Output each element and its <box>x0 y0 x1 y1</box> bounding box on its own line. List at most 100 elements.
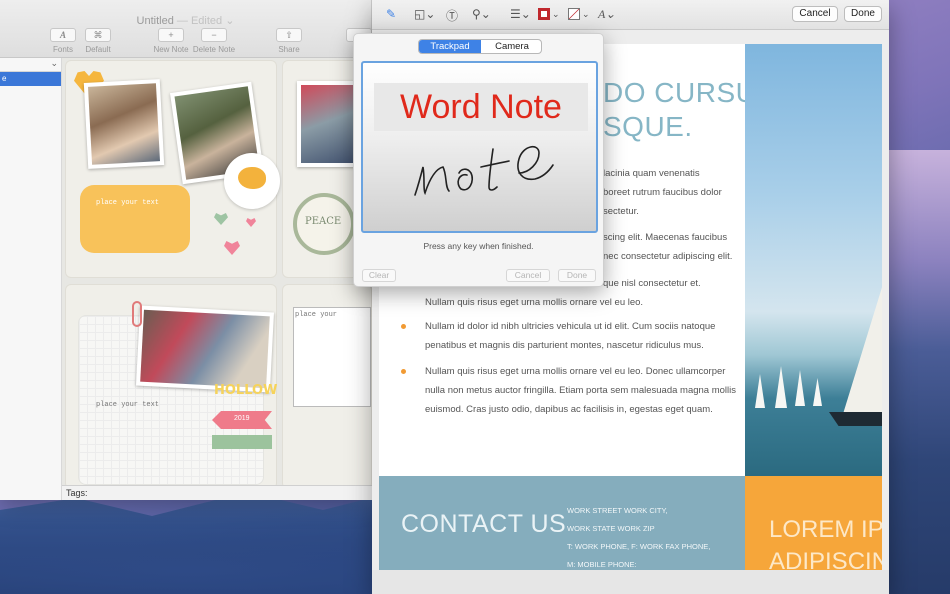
minus-icon: − <box>211 30 217 40</box>
doc-text-line: sectetur. <box>603 206 639 217</box>
orange-text-line: LOREM IPSU <box>769 516 882 543</box>
label-sticker <box>80 185 190 253</box>
scrapbook-card-1[interactable]: place your text <box>65 60 280 278</box>
contact-line: M: MOBILE PHONE: <box>567 560 637 569</box>
orange-text-line: ADIPISCING <box>769 548 882 570</box>
sailboat-image <box>745 44 882 476</box>
sail-large <box>843 284 882 414</box>
bird-sticker-icon <box>224 153 280 209</box>
scrapbook-card-3[interactable]: HOLLOW place your text 2019 <box>65 284 277 485</box>
share-label: Share <box>278 45 300 54</box>
markup-done-button[interactable]: Done <box>844 6 882 22</box>
tags-bar[interactable]: Tags: <box>62 485 372 500</box>
doc-text-line: scing elit. Maecenas faucibus <box>603 232 728 243</box>
doc-text-line: boreet rutrum faucibus dolor <box>603 187 722 198</box>
sail-small <box>775 366 787 408</box>
sketch-tool-icon[interactable]: ✎ <box>386 7 396 21</box>
signature-hint: Press any key when finished. <box>423 241 534 251</box>
new-note-button[interactable]: + <box>158 28 184 42</box>
contact-band: CONTACT US WORK STREET WORK CITY, WORK S… <box>379 476 745 570</box>
tab-camera[interactable]: Camera <box>481 40 541 53</box>
share-icon: ⇧ <box>285 30 293 40</box>
popover-done-button[interactable]: Done <box>558 269 596 282</box>
scrapbook-canvas: place your text PEACE HOLLOW place your … <box>62 58 372 485</box>
contact-line: WORK STREET WORK CITY, <box>567 506 668 515</box>
text-frame-placeholder: place your <box>295 311 338 319</box>
scrapbook-card-4[interactable]: place your <box>282 284 372 485</box>
notes-window: Untitled — Edited ⌄ A Fonts ⌘ Default + … <box>0 0 372 500</box>
sail-small <box>813 378 822 406</box>
window-title-suffix: — Edited ⌄ <box>176 15 235 27</box>
text-tool-icon[interactable]: Ⓣ <box>446 7 458 24</box>
line-style-icon[interactable]: ☰⌄ <box>510 7 531 21</box>
doc-paragraph-2: scing elit. Maecenas faucibus nec consec… <box>603 228 732 266</box>
doc-text-line: Nullam quis risus eget urna mollis ornar… <box>425 366 726 377</box>
mountain-peak-image <box>880 150 950 594</box>
text-style-icon[interactable]: A⌄ <box>598 7 615 22</box>
doc-text-line: penatibus et magnis dis parturient monte… <box>425 340 704 351</box>
peace-text: PEACE <box>305 216 342 227</box>
arrow-sticker-text: 2019 <box>234 415 250 422</box>
border-color-chevron-icon[interactable]: ⌄ <box>552 9 560 20</box>
heart-pink-small-icon <box>246 218 256 227</box>
tags-label: Tags: <box>66 488 88 498</box>
doc-bullet-2: Nullam quis risus eget urna mollis ornar… <box>425 362 736 419</box>
window-bottom-bar <box>372 570 889 594</box>
handwritten-signature <box>414 146 554 196</box>
plus-icon: + <box>168 30 174 40</box>
doc-text-line: Nullam id dolor id nibh ultricies vehicu… <box>425 321 716 332</box>
bullet-dot <box>401 369 406 374</box>
hollow-sticker: HOLLOW <box>214 383 278 398</box>
doc-text-line: Nullam quis risus eget urna mollis ornar… <box>425 297 644 308</box>
signature-popover: Trackpad Camera Word Note Press any key … <box>353 33 604 287</box>
delete-note-button[interactable]: − <box>201 28 227 42</box>
contact-line: T: WORK PHONE, F: WORK FAX PHONE, <box>567 542 711 551</box>
boat-hull <box>829 412 882 426</box>
default-button[interactable]: ⌘ <box>85 28 111 42</box>
ribbon-sticker <box>212 435 272 449</box>
fill-color-icon[interactable] <box>568 8 580 20</box>
heart-pink-icon <box>224 241 240 255</box>
text-frame <box>293 307 371 407</box>
contact-title: CONTACT US <box>401 510 567 538</box>
default-label: Default <box>85 45 111 54</box>
signature-tool-icon[interactable]: ⚲⌄ <box>472 7 491 21</box>
contact-line: WORK STATE WORK ZIP <box>567 524 655 533</box>
signature-pad[interactable]: Word Note <box>361 61 598 233</box>
notes-sidebar: ⌄ e <box>0 58 62 500</box>
window-title-text: Untitled <box>136 15 174 27</box>
markup-toolbar: ✎ ◱⌄ Ⓣ ⚲⌄ ☰⌄ ⌄ ⌄ A⌄ Cancel Done <box>372 0 889 30</box>
sail-small <box>755 374 765 408</box>
fill-color-chevron-icon[interactable]: ⌄ <box>582 9 590 20</box>
photo-girls-4 <box>135 305 275 393</box>
shapes-tool-icon[interactable]: ◱⌄ <box>414 7 435 21</box>
sidebar-header: ⌄ <box>0 58 61 72</box>
tab-trackpad[interactable]: Trackpad <box>419 40 481 53</box>
doc-text-line: lacinia quam venenatis <box>603 168 700 179</box>
delete-note-label: Delete Note <box>192 45 236 54</box>
doc-bullet-1: Nullam id dolor id nibh ultricies vehicu… <box>425 317 715 355</box>
heart-green-icon <box>214 213 228 225</box>
label-sticker-text: place your text <box>96 199 160 207</box>
doc-text-line: nulla non metus auctor fringilla. Etiam … <box>425 385 737 396</box>
chevron-down-icon[interactable]: ⌄ <box>50 58 58 69</box>
border-color-icon[interactable] <box>538 8 550 20</box>
notes-toolbar: Untitled — Edited ⌄ A Fonts ⌘ Default + … <box>0 0 372 58</box>
doc-text-line: euismod. Cras justo odio, dapibus ac fac… <box>425 404 713 415</box>
clear-button[interactable]: Clear <box>362 269 396 282</box>
place-text: place your text <box>96 401 160 409</box>
input-source-segmented-control: Trackpad Camera <box>418 39 542 54</box>
paperclip-icon <box>132 301 142 327</box>
bullet-dot <box>401 324 406 329</box>
fonts-icon: A <box>59 30 66 40</box>
orange-band: LOREM IPSU ADIPISCING <box>745 476 882 570</box>
fonts-button[interactable]: A <box>50 28 76 42</box>
share-button[interactable]: ⇧ <box>276 28 302 42</box>
default-icon: ⌘ <box>93 30 103 40</box>
window-title: Untitled — Edited ⌄ <box>0 14 371 27</box>
sidebar-item-selected[interactable]: e <box>0 72 61 86</box>
popover-cancel-button[interactable]: Cancel <box>506 269 550 282</box>
photo-girls-1 <box>83 79 165 169</box>
doc-text-line: nec consectetur adipiscing elit. <box>603 251 733 262</box>
markup-cancel-button[interactable]: Cancel <box>792 6 838 22</box>
